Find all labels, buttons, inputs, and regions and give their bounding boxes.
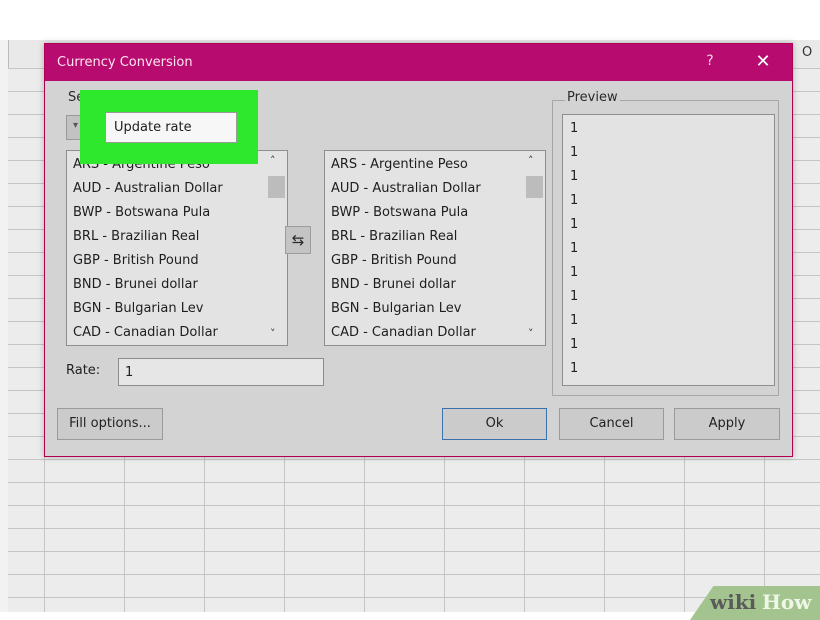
from-list-item[interactable]: BND - Brunei dollar (73, 277, 198, 292)
wikihow-watermark: wiki How (690, 586, 820, 620)
scrollbar-thumb[interactable] (526, 176, 543, 198)
ribbon-area (0, 0, 820, 40)
preview-value: 1 (570, 361, 579, 376)
from-list-item[interactable]: AUD - Australian Dollar (73, 181, 223, 196)
to-list-item[interactable]: BND - Brunei dollar (331, 277, 456, 292)
column-header-o[interactable]: O (802, 45, 812, 60)
to-list-scrollbar[interactable]: ˄ ˅ (524, 151, 545, 345)
rate-input[interactable] (118, 358, 324, 386)
dialog-title: Currency Conversion (57, 55, 193, 70)
from-currency-list[interactable]: ARS - Argentine Peso AUD - Australian Do… (66, 150, 288, 346)
cancel-button[interactable]: Cancel (559, 408, 664, 440)
preview-list: 1 1 1 1 1 1 1 1 1 1 1 (562, 114, 775, 386)
ok-button[interactable]: Ok (442, 408, 547, 440)
preview-value: 1 (570, 265, 579, 280)
to-list-item[interactable]: BWP - Botswana Pula (331, 205, 468, 220)
to-list-item[interactable]: ARS - Argentine Peso (331, 157, 468, 172)
scroll-down-icon[interactable]: ˅ (528, 327, 534, 340)
preview-value: 1 (570, 313, 579, 328)
to-list-item[interactable]: AUD - Australian Dollar (331, 181, 481, 196)
watermark-how-text: How (762, 590, 812, 614)
scrollbar-thumb[interactable] (268, 176, 285, 198)
chevron-down-icon: ▾ (73, 120, 79, 131)
rate-label: Rate: (66, 363, 101, 378)
preview-value: 1 (570, 145, 579, 160)
from-list-item[interactable]: GBP - British Pound (73, 253, 199, 268)
from-list-item[interactable]: BWP - Botswana Pula (73, 205, 210, 220)
scroll-up-icon[interactable]: ˄ (528, 154, 534, 167)
preview-value: 1 (570, 217, 579, 232)
preview-label: Preview (565, 90, 620, 105)
scroll-down-icon[interactable]: ˅ (270, 327, 276, 340)
from-list-item[interactable]: BGN - Bulgarian Lev (73, 301, 203, 316)
apply-button[interactable]: Apply (674, 408, 780, 440)
to-list-item[interactable]: BGN - Bulgarian Lev (331, 301, 461, 316)
preview-value: 1 (570, 241, 579, 256)
to-list-item[interactable]: CAD - Canadian Dollar (331, 325, 476, 340)
scroll-up-icon[interactable]: ˄ (270, 154, 276, 167)
to-list-item[interactable]: BRL - Brazilian Real (331, 229, 457, 244)
from-list-scrollbar[interactable]: ˄ ˅ (266, 151, 287, 345)
dialog-titlebar[interactable]: Currency Conversion ? ✕ (45, 44, 792, 81)
preview-value: 1 (570, 337, 579, 352)
preview-value: 1 (570, 121, 579, 136)
preview-value: 1 (570, 169, 579, 184)
close-icon[interactable]: ✕ (751, 51, 775, 72)
preview-value: 1 (570, 289, 579, 304)
from-list-item[interactable]: CAD - Canadian Dollar (73, 325, 218, 340)
help-icon[interactable]: ? (700, 53, 720, 69)
update-rate-field[interactable]: Update rate (105, 112, 237, 143)
swap-arrows-icon: ⇆ (291, 231, 305, 249)
to-list-item[interactable]: GBP - British Pound (331, 253, 457, 268)
from-list-item[interactable]: BRL - Brazilian Real (73, 229, 199, 244)
fill-options-button[interactable]: Fill options... (57, 408, 163, 440)
watermark-wiki-text: wiki (710, 590, 757, 614)
to-currency-list[interactable]: ARS - Argentine Peso AUD - Australian Do… (324, 150, 546, 346)
swap-currencies-button[interactable]: ⇆ (285, 226, 311, 254)
preview-value: 1 (570, 193, 579, 208)
